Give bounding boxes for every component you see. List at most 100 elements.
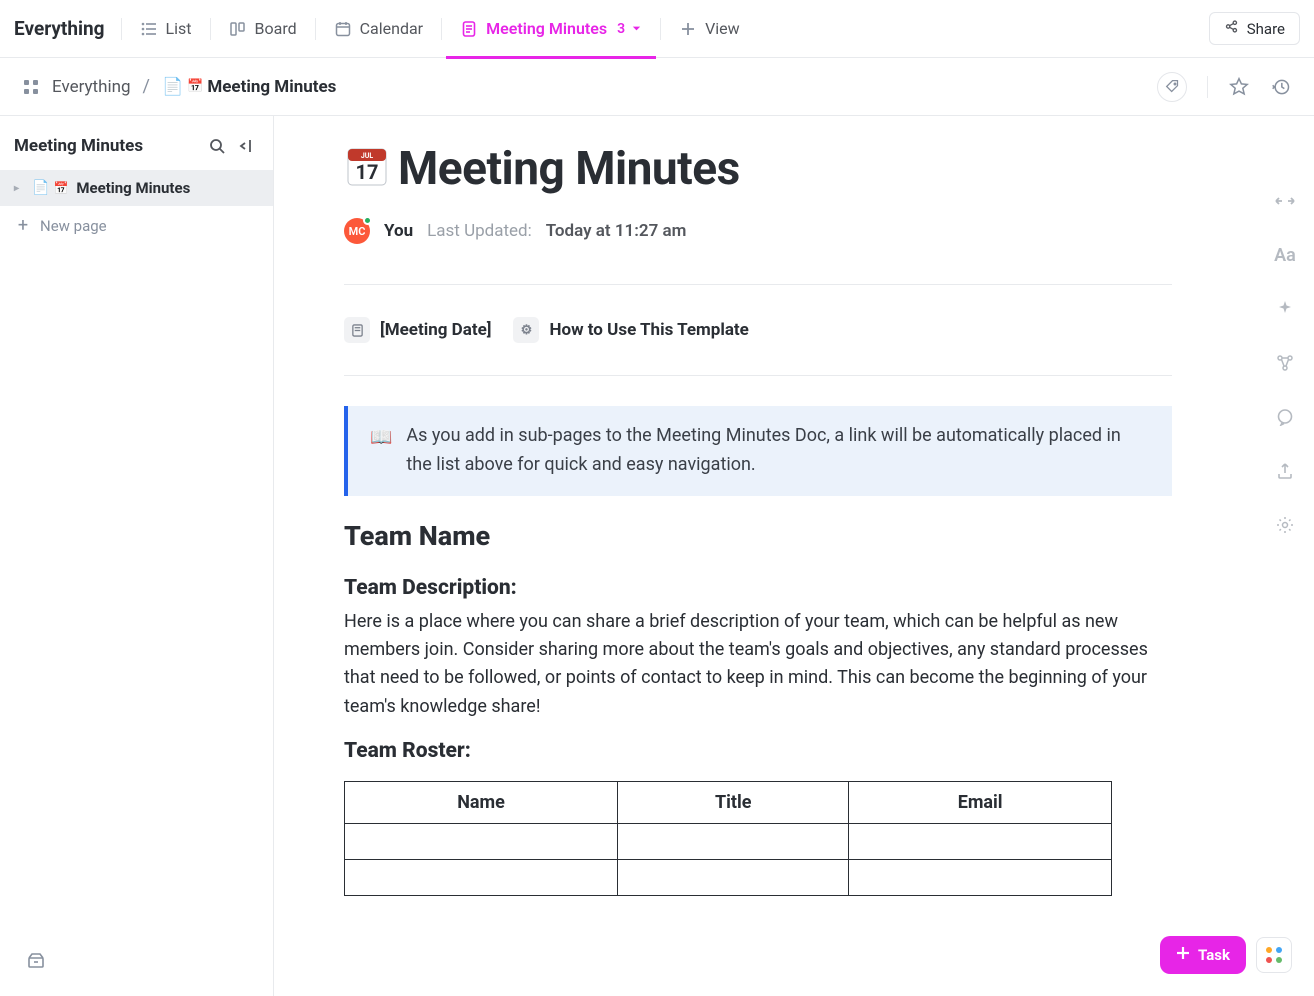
archive-button[interactable] [26, 950, 46, 974]
plus-icon: + [14, 215, 32, 236]
fab-area: Task [1160, 936, 1292, 974]
crumb-root[interactable]: Everything [52, 77, 131, 97]
view-tab-board[interactable]: Board [215, 0, 311, 58]
fab-task-label: Task [1198, 946, 1230, 964]
gear-icon: ⚙ [513, 317, 539, 343]
table-row[interactable] [345, 860, 1112, 896]
top-nav: Everything List Board Calendar Meeting M… [0, 0, 1314, 58]
page-emoji: 📄 [32, 180, 49, 196]
crumb-current-label: Meeting Minutes [207, 77, 336, 97]
collapse-sidebar-button[interactable] [235, 136, 255, 156]
divider [660, 18, 661, 40]
main-area: Meeting Minutes ▸ 📄 📅 Meeting Minutes + … [0, 116, 1314, 996]
view-tab-count: 3 [617, 21, 625, 37]
table-row[interactable] [345, 824, 1112, 860]
divider [441, 18, 442, 40]
history-button[interactable] [1270, 76, 1292, 98]
view-tab-minutes[interactable]: Meeting Minutes 3 [446, 0, 656, 58]
doc-emoji[interactable]: JUL17 [344, 143, 390, 196]
plus-icon [1176, 946, 1190, 964]
crumb-current[interactable]: 📄 📅 Meeting Minutes [162, 77, 336, 97]
apps-button[interactable] [1256, 937, 1292, 973]
view-tab-label: Calendar [360, 19, 423, 38]
chip-label: How to Use This Template [549, 320, 748, 340]
settings-button[interactable] [1274, 514, 1296, 536]
sidebar-item-label: Meeting Minutes [76, 179, 190, 197]
chip-row: [Meeting Date] ⚙ How to Use This Templat… [344, 303, 1172, 357]
sidebar-title: Meeting Minutes [14, 136, 199, 156]
doc-icon [344, 317, 370, 343]
book-icon: 📖 [370, 424, 392, 480]
view-tab-list[interactable]: List [126, 0, 206, 58]
divider [210, 18, 211, 40]
search-button[interactable] [207, 136, 227, 156]
sidebar-item-meeting-minutes[interactable]: ▸ 📄 📅 Meeting Minutes [0, 170, 273, 206]
howto-chip[interactable]: ⚙ How to Use This Template [513, 317, 748, 343]
chip-label: [Meeting Date] [380, 320, 491, 340]
svg-text:17: 17 [356, 160, 379, 184]
section-team-desc[interactable]: Team Description: [344, 576, 1172, 600]
divider [315, 18, 316, 40]
team-desc-paragraph[interactable]: Here is a place where you can share a br… [344, 608, 1172, 722]
view-tab-label: Meeting Minutes [486, 19, 607, 38]
doc-meta: MC You Last Updated: Today at 11:27 am [344, 218, 1172, 244]
breadcrumb-bar: Everything / 📄 📅 Meeting Minutes [0, 58, 1314, 116]
presence-dot [363, 216, 372, 225]
relations-button[interactable] [1274, 352, 1296, 374]
col-title[interactable]: Title [618, 782, 849, 824]
typography-button[interactable]: Aa [1274, 244, 1296, 266]
right-toolbar: Aa [1274, 190, 1296, 536]
section-team-name[interactable]: Team Name [344, 520, 1172, 552]
divider [344, 284, 1172, 285]
divider [344, 375, 1172, 376]
sidebar: Meeting Minutes ▸ 📄 📅 Meeting Minutes + … [0, 116, 274, 996]
divider [1207, 76, 1208, 98]
author-label: You [384, 221, 413, 241]
favorite-button[interactable] [1228, 76, 1250, 98]
expand-icon: ▸ [14, 183, 24, 194]
doc-title-row: JUL17 Meeting Minutes [344, 142, 1172, 196]
tag-button[interactable] [1157, 72, 1187, 102]
section-team-roster[interactable]: Team Roster: [344, 739, 1172, 763]
apps-grid-icon [1266, 947, 1282, 963]
page-emoji: 📄 [162, 77, 183, 97]
col-name[interactable]: Name [345, 782, 618, 824]
doc-title[interactable]: Meeting Minutes [398, 142, 740, 196]
new-task-button[interactable]: Task [1160, 936, 1246, 974]
table-header-row: Name Title Email [345, 782, 1112, 824]
view-tab-label: Board [255, 19, 297, 38]
breadcrumb-actions [1157, 72, 1292, 102]
avatar-initials: MC [349, 225, 366, 238]
calendar-icon [334, 20, 352, 38]
add-view-label: View [705, 19, 740, 38]
list-icon [140, 20, 158, 38]
roster-table[interactable]: Name Title Email [344, 781, 1112, 896]
meeting-date-chip[interactable]: [Meeting Date] [344, 317, 491, 343]
share-button[interactable]: Share [1209, 12, 1300, 45]
ai-button[interactable] [1274, 298, 1296, 320]
document: JUL17 Meeting Minutes MC You Last Update… [344, 142, 1172, 896]
doc-icon [460, 20, 478, 38]
export-button[interactable] [1274, 460, 1296, 482]
add-view-button[interactable]: View [665, 0, 754, 58]
share-label: Share [1247, 20, 1285, 38]
svg-text:JUL: JUL [361, 152, 374, 160]
crumb-sep: / [143, 76, 150, 97]
sidebar-header: Meeting Minutes [0, 136, 273, 170]
callout-box: 📖 As you add in sub-pages to the Meeting… [344, 406, 1172, 496]
new-page-button[interactable]: + New page [0, 206, 273, 245]
updated-value: Today at 11:27 am [546, 221, 687, 241]
updated-label: Last Updated: [427, 221, 532, 241]
col-email[interactable]: Email [849, 782, 1112, 824]
expand-width-button[interactable] [1274, 190, 1296, 212]
comments-button[interactable] [1274, 406, 1296, 428]
view-tab-calendar[interactable]: Calendar [320, 0, 437, 58]
brand-title[interactable]: Everything [14, 17, 117, 40]
author-avatar[interactable]: MC [344, 218, 370, 244]
plus-icon [679, 20, 697, 38]
chevron-down-icon [631, 19, 642, 38]
board-icon [229, 20, 247, 38]
apps-grid-icon[interactable] [22, 78, 40, 96]
calendar-emoji: 📅 [187, 79, 203, 94]
new-page-label: New page [40, 217, 107, 235]
